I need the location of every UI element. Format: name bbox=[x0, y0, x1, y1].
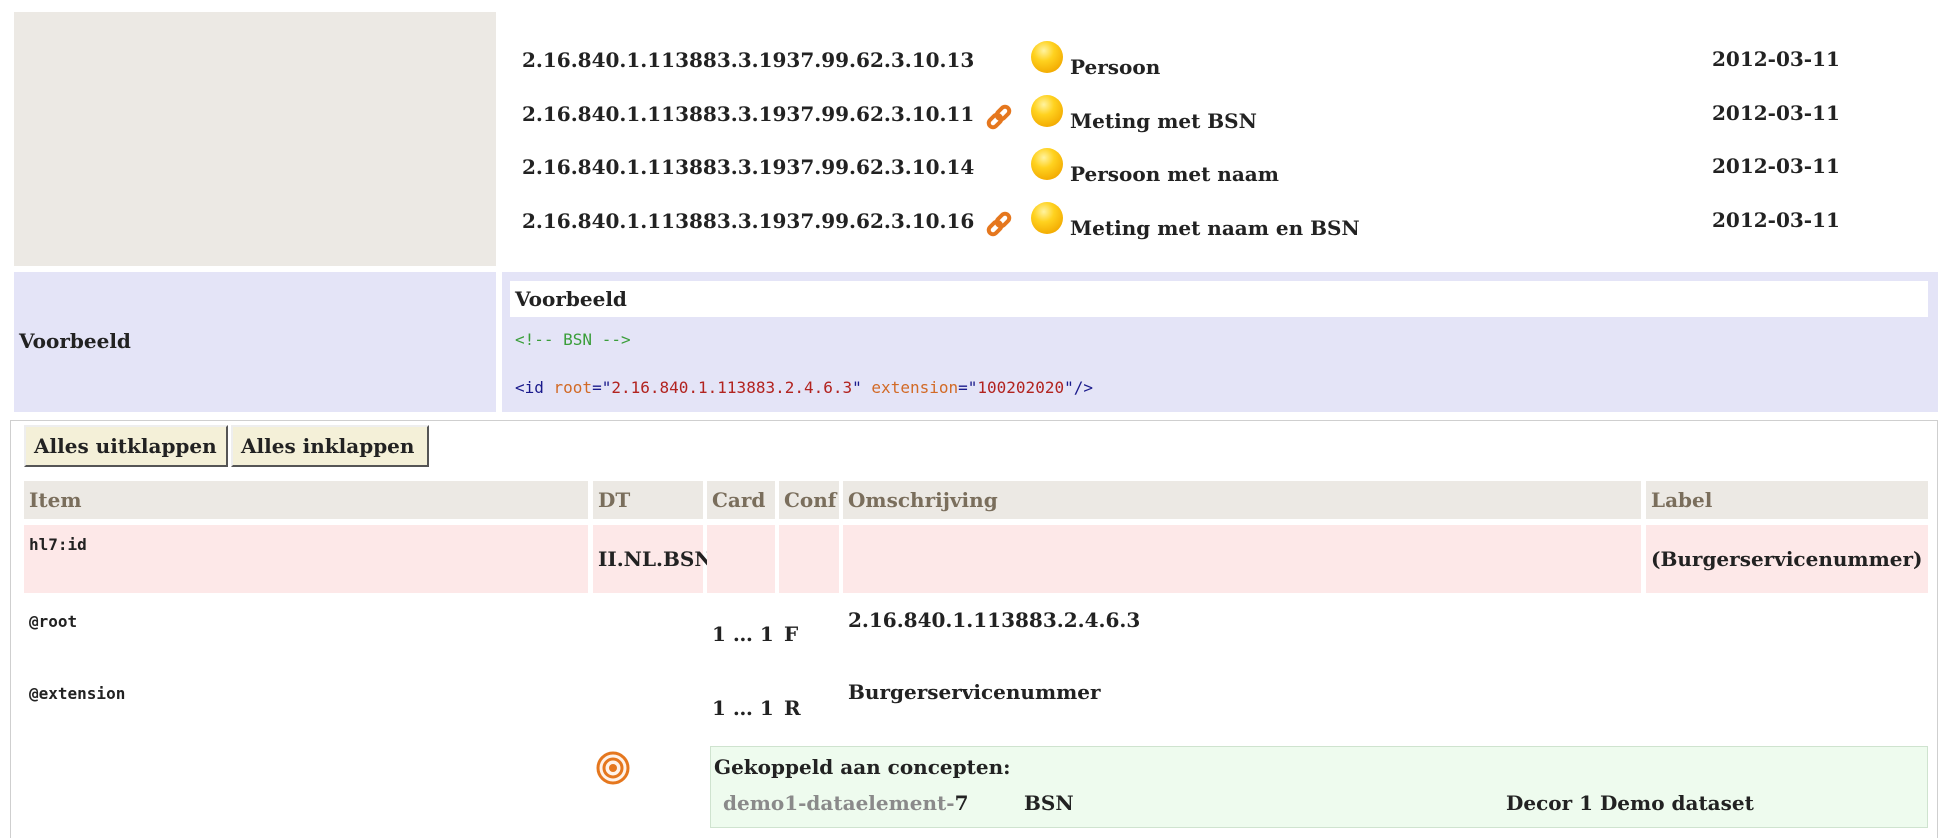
cardinality: 1 … 1 bbox=[712, 622, 774, 646]
usage-date: 2012-03-11 bbox=[1712, 154, 1840, 178]
usage-oid[interactable]: 2.16.840.1.113883.3.1937.99.62.3.10.14 bbox=[522, 155, 974, 179]
column-header-dt: DT bbox=[593, 481, 703, 519]
attribute-name: @extension bbox=[29, 684, 126, 703]
conformance: F bbox=[784, 622, 799, 646]
link-icon[interactable] bbox=[982, 205, 1016, 239]
column-header-item: Item bbox=[24, 481, 588, 519]
cardinality: 1 … 1 bbox=[712, 696, 774, 720]
item-label: (Burgerservicenummer) bbox=[1651, 547, 1923, 571]
usage-oid[interactable]: 2.16.840.1.113883.3.1937.99.62.3.10.16 bbox=[522, 209, 974, 233]
column-header-label: Label bbox=[1646, 481, 1928, 519]
usage-name[interactable]: Persoon met naam bbox=[1070, 162, 1279, 186]
code-attr: root bbox=[553, 378, 593, 397]
target-icon[interactable] bbox=[596, 751, 630, 785]
usage-name[interactable]: Meting met BSN bbox=[1070, 109, 1257, 133]
usage-oid[interactable]: 2.16.840.1.113883.3.1937.99.62.3.10.13 bbox=[522, 48, 974, 72]
concept-id-number[interactable]: 7 bbox=[955, 791, 969, 815]
usage-oid[interactable]: 2.16.840.1.113883.3.1937.99.62.3.10.11 bbox=[522, 102, 974, 126]
usage-name[interactable]: Persoon bbox=[1070, 55, 1160, 79]
usage-row: 2.16.840.1.113883.3.1937.99.62.3.10.13 P… bbox=[522, 38, 1902, 79]
table-row-conf-cell bbox=[779, 525, 839, 593]
linked-concepts-panel: Gekoppeld aan concepten: demo1-dataeleme… bbox=[710, 746, 1928, 828]
collapse-all-button[interactable]: Alles inklappen bbox=[231, 425, 429, 467]
usage-row: 2.16.840.1.113883.3.1937.99.62.3.10.16 M… bbox=[522, 199, 1902, 240]
link-icon[interactable] bbox=[982, 98, 1016, 132]
status-draft-icon bbox=[1031, 202, 1063, 234]
usage-date: 2012-03-11 bbox=[1712, 47, 1840, 71]
expand-all-button[interactable]: Alles uitklappen bbox=[24, 425, 228, 467]
table-row-card-cell bbox=[707, 525, 775, 593]
usage-date: 2012-03-11 bbox=[1712, 208, 1840, 232]
example-label: Voorbeeld bbox=[19, 329, 131, 353]
example-title: Voorbeeld bbox=[515, 287, 627, 311]
column-header-description: Omschrijving bbox=[843, 481, 1641, 519]
example-label-cell: Voorbeeld bbox=[14, 272, 496, 412]
concept-dataset: Decor 1 Demo dataset bbox=[1506, 791, 1754, 815]
attribute-name: @root bbox=[29, 612, 78, 631]
conformance: R bbox=[784, 696, 801, 720]
concept-id-prefix[interactable]: demo1-dataelement- bbox=[723, 791, 955, 815]
code-close: "/> bbox=[1064, 378, 1093, 397]
code-value: 2.16.840.1.113883.2.4.6.3 bbox=[611, 378, 853, 397]
code-sep: " bbox=[852, 378, 872, 397]
example-code-comment: <!-- BSN --> bbox=[515, 330, 631, 349]
status-draft-icon bbox=[1031, 41, 1063, 73]
attribute-description: Burgerservicenummer bbox=[848, 680, 1101, 704]
usage-label-cell bbox=[14, 12, 496, 266]
code-eq: =" bbox=[958, 378, 978, 397]
status-draft-icon bbox=[1031, 148, 1063, 180]
column-header-card: Card bbox=[707, 481, 775, 519]
table-row-description-cell bbox=[843, 525, 1641, 593]
example-title-bar: Voorbeeld bbox=[510, 281, 1928, 317]
code-eq: =" bbox=[592, 378, 612, 397]
item-name[interactable]: hl7:id bbox=[29, 535, 87, 554]
usage-name[interactable]: Meting met naam en BSN bbox=[1070, 216, 1360, 240]
code-tag: <id bbox=[515, 378, 554, 397]
code-value: 100202020 bbox=[977, 378, 1065, 397]
table-row-dt-cell: II.NL.BSN bbox=[593, 525, 713, 593]
column-header-conf: Conf bbox=[779, 481, 839, 519]
code-attr: extension bbox=[871, 378, 959, 397]
attribute-value: 2.16.840.1.113883.2.4.6.3 bbox=[848, 608, 1141, 632]
item-datatype[interactable]: II.NL.BSN bbox=[598, 547, 713, 571]
linked-concepts-title: Gekoppeld aan concepten: bbox=[714, 755, 1011, 779]
table-row-label-cell: (Burgerservicenummer) bbox=[1646, 525, 1928, 593]
usage-row: 2.16.840.1.113883.3.1937.99.62.3.10.11 M… bbox=[522, 92, 1902, 133]
usage-row: 2.16.840.1.113883.3.1937.99.62.3.10.14 P… bbox=[522, 145, 1902, 186]
concept-id[interactable]: demo1-dataelement-7 bbox=[723, 791, 969, 815]
usage-date: 2012-03-11 bbox=[1712, 101, 1840, 125]
example-code-line: <id root="2.16.840.1.113883.2.4.6.3" ext… bbox=[515, 378, 1093, 397]
status-draft-icon bbox=[1031, 95, 1063, 127]
table-row-item-cell[interactable]: hl7:id bbox=[24, 525, 588, 593]
concept-name: BSN bbox=[1024, 791, 1074, 815]
